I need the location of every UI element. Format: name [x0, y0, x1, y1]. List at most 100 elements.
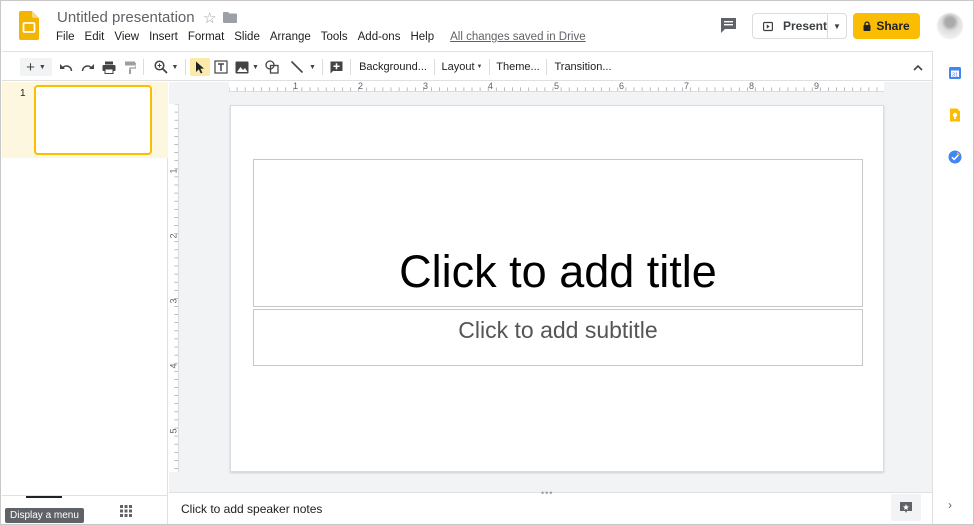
slide-canvas[interactable]: Click to add title Click to add subtitle — [230, 105, 884, 472]
layout-label: Layout — [441, 61, 475, 73]
speaker-notes-input[interactable]: Click to add speaker notes — [181, 502, 322, 516]
ruler-tick-label: 3 — [168, 298, 179, 304]
comments-icon[interactable] — [720, 17, 737, 33]
avatar[interactable] — [937, 13, 963, 39]
chevron-down-icon: ▼ — [252, 63, 259, 71]
filmstrip-view-button[interactable] — [26, 496, 62, 498]
print-button[interactable] — [101, 58, 117, 76]
paint-format-button[interactable] — [123, 58, 137, 76]
save-status-link[interactable]: All changes saved in Drive — [450, 31, 586, 43]
menu-insert[interactable]: Insert — [149, 31, 178, 43]
background-button[interactable]: Background... — [357, 58, 429, 76]
line-icon — [290, 60, 304, 74]
tooltip: Display a menu — [5, 508, 84, 523]
line-button[interactable]: ▼ — [288, 58, 318, 76]
menu-tools[interactable]: Tools — [321, 31, 348, 43]
zoom-button[interactable]: ▼ — [151, 58, 181, 76]
tasks-icon[interactable] — [948, 150, 962, 164]
menu-format[interactable]: Format — [188, 31, 224, 43]
calendar-icon[interactable]: 31 — [948, 66, 962, 80]
subtitle-placeholder: Click to add subtitle — [458, 317, 658, 343]
background-label: Background... — [359, 61, 427, 73]
menu-help[interactable]: Help — [410, 31, 434, 43]
slide-filmstrip: 1 — [2, 82, 168, 495]
slide-number: 1 — [20, 88, 26, 99]
slide-thumbnail[interactable] — [34, 85, 152, 155]
ruler-tick-label: 5 — [554, 81, 560, 91]
text-box-icon — [214, 60, 228, 74]
text-box-button[interactable] — [213, 58, 229, 76]
add-comment-icon — [330, 61, 342, 73]
redo-icon — [81, 64, 94, 72]
ruler-tick-label: 2 — [168, 233, 179, 239]
toolbar: + ▼ ▼ ▼ ▼ Background... Layout ▼ Theme..… — [2, 51, 932, 81]
transition-button[interactable]: Transition... — [552, 58, 614, 76]
menu-add-ons[interactable]: Add-ons — [358, 31, 401, 43]
collapse-toolbar-button[interactable] — [911, 58, 925, 76]
play-icon — [763, 21, 773, 31]
present-button: Present ▼ — [752, 13, 847, 39]
share-label: Share — [876, 19, 910, 33]
image-icon — [235, 61, 249, 73]
ruler-tick-label: 2 — [358, 81, 364, 91]
ruler-tick-label: 5 — [168, 428, 179, 434]
menu-file[interactable]: File — [56, 31, 75, 43]
select-tool-button[interactable] — [190, 58, 210, 76]
toolbar-divider — [185, 59, 186, 75]
menu-view[interactable]: View — [114, 31, 139, 43]
ruler-tick-label: 6 — [619, 81, 625, 91]
notes-resize-handle[interactable]: ••• — [541, 488, 553, 498]
cursor-arrow-icon — [196, 61, 204, 73]
document-title[interactable]: Untitled presentation — [57, 9, 195, 26]
expand-side-panel-icon[interactable]: › — [948, 498, 952, 512]
toolbar-divider — [322, 59, 323, 75]
insert-image-button[interactable]: ▼ — [233, 58, 261, 76]
chevron-down-icon: ▼ — [476, 64, 483, 70]
ruler-tick-label: 4 — [168, 363, 179, 369]
vertical-ruler[interactable] — [169, 104, 179, 472]
menu-arrange[interactable]: Arrange — [270, 31, 311, 43]
chevron-up-icon — [913, 64, 923, 71]
side-panel: 31 — [932, 51, 973, 524]
undo-icon — [60, 64, 73, 72]
new-slide-button[interactable]: + ▼ — [20, 58, 52, 76]
shape-button[interactable] — [264, 58, 280, 76]
toolbar-divider — [434, 59, 435, 75]
speaker-notes: ••• Click to add speaker notes — [169, 488, 932, 524]
star-icon[interactable]: ☆ — [203, 9, 216, 27]
paint-format-icon — [125, 61, 136, 74]
chevron-down-icon: ▼ — [171, 63, 179, 71]
svg-text:31: 31 — [952, 72, 958, 78]
add-comment-button[interactable] — [328, 58, 344, 76]
ruler-tick-label: 9 — [814, 81, 820, 91]
shape-icon — [265, 60, 279, 74]
redo-button[interactable] — [80, 58, 96, 76]
explore-button[interactable] — [891, 494, 921, 521]
ruler-tick-label: 1 — [168, 168, 179, 174]
zoom-icon — [153, 60, 168, 74]
toolbar-divider — [143, 59, 144, 75]
subtitle-placeholder-box[interactable]: Click to add subtitle — [253, 309, 863, 366]
undo-button[interactable] — [58, 58, 74, 76]
slides-logo-icon[interactable] — [19, 11, 39, 40]
grid-view-icon[interactable] — [120, 505, 132, 517]
folder-icon[interactable] — [223, 12, 237, 23]
ruler-corner — [169, 82, 229, 92]
theme-button[interactable]: Theme... — [495, 58, 541, 76]
keep-icon[interactable] — [948, 108, 962, 122]
title-placeholder-box[interactable]: Click to add title — [253, 159, 863, 307]
ruler-tick-label: 8 — [749, 81, 755, 91]
chevron-down-icon: ▼ — [309, 63, 316, 71]
menu-edit[interactable]: Edit — [85, 31, 105, 43]
present-main-button[interactable]: Present — [753, 14, 828, 38]
filmstrip-slide-row[interactable]: 1 — [2, 82, 168, 158]
menu-bar: File Edit View Insert Format Slide Arran… — [56, 31, 586, 43]
menu-slide[interactable]: Slide — [234, 31, 260, 43]
toolbar-divider — [350, 59, 351, 75]
plus-icon: + — [26, 58, 35, 76]
chevron-down-icon: ▼ — [38, 63, 46, 71]
ruler-tick-label: 4 — [488, 81, 494, 91]
share-button[interactable]: Share — [853, 13, 920, 39]
layout-button[interactable]: Layout ▼ — [440, 58, 484, 76]
present-dropdown-icon[interactable]: ▼ — [828, 22, 846, 31]
